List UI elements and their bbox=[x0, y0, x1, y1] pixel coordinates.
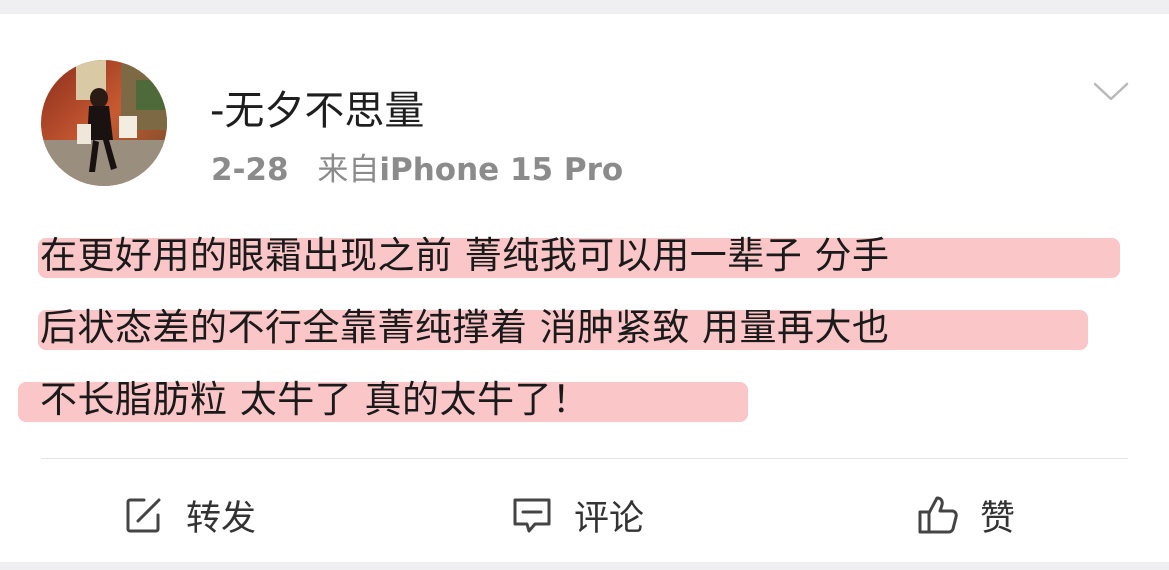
like-label: 赞 bbox=[980, 498, 1016, 539]
post-date: 2-28 bbox=[211, 152, 289, 188]
username[interactable]: -无夕不思量 bbox=[210, 78, 424, 136]
divider bbox=[41, 458, 1128, 459]
repost-icon bbox=[126, 498, 161, 533]
post-text-line: 在更好用的眼霜出现之前 菁纯我可以用一辈子 分手 bbox=[38, 220, 1140, 292]
post-text-line-1: 在更好用的眼霜出现之前 菁纯我可以用一辈子 分手 bbox=[40, 234, 890, 277]
comment-icon bbox=[513, 498, 551, 533]
chevron-down-icon[interactable] bbox=[1093, 80, 1129, 104]
post-text-line: 后状态差的不行全靠菁纯撑着 消肿紧致 用量再大也 bbox=[38, 292, 1140, 364]
comment-button[interactable]: 评论 bbox=[510, 480, 644, 550]
like-button[interactable]: 赞 bbox=[916, 480, 1015, 550]
post-source: 来自iPhone 15 Pro bbox=[317, 152, 623, 188]
comment-label: 评论 bbox=[574, 498, 645, 539]
post-text-line-3: 不长脂肪粒 太牛了 真的太牛了！ bbox=[40, 378, 590, 421]
repost-label: 转发 bbox=[186, 498, 257, 539]
post-text: 在更好用的眼霜出现之前 菁纯我可以用一辈子 分手 后状态差的不行全靠菁纯撑着 消… bbox=[18, 220, 1140, 436]
thumbs-up-icon bbox=[918, 496, 958, 534]
weibo-post-card: -无夕不思量 2-28 来自iPhone 15 Pro 在更好用的眼霜出现之前 … bbox=[0, 14, 1169, 562]
avatar[interactable] bbox=[41, 60, 167, 186]
post-meta: 2-28 来自iPhone 15 Pro bbox=[211, 144, 623, 189]
source-prefix: 来自 bbox=[317, 152, 380, 188]
post-text-line-2: 后状态差的不行全靠菁纯撑着 消肿紧致 用量再大也 bbox=[40, 306, 890, 349]
source-device[interactable]: iPhone 15 Pro bbox=[379, 152, 623, 188]
post-text-line: 不长脂肪粒 太牛了 真的太牛了！ bbox=[18, 364, 1140, 436]
action-bar: 转发 评论 赞 bbox=[0, 480, 1169, 550]
repost-button[interactable]: 转发 bbox=[122, 480, 256, 550]
